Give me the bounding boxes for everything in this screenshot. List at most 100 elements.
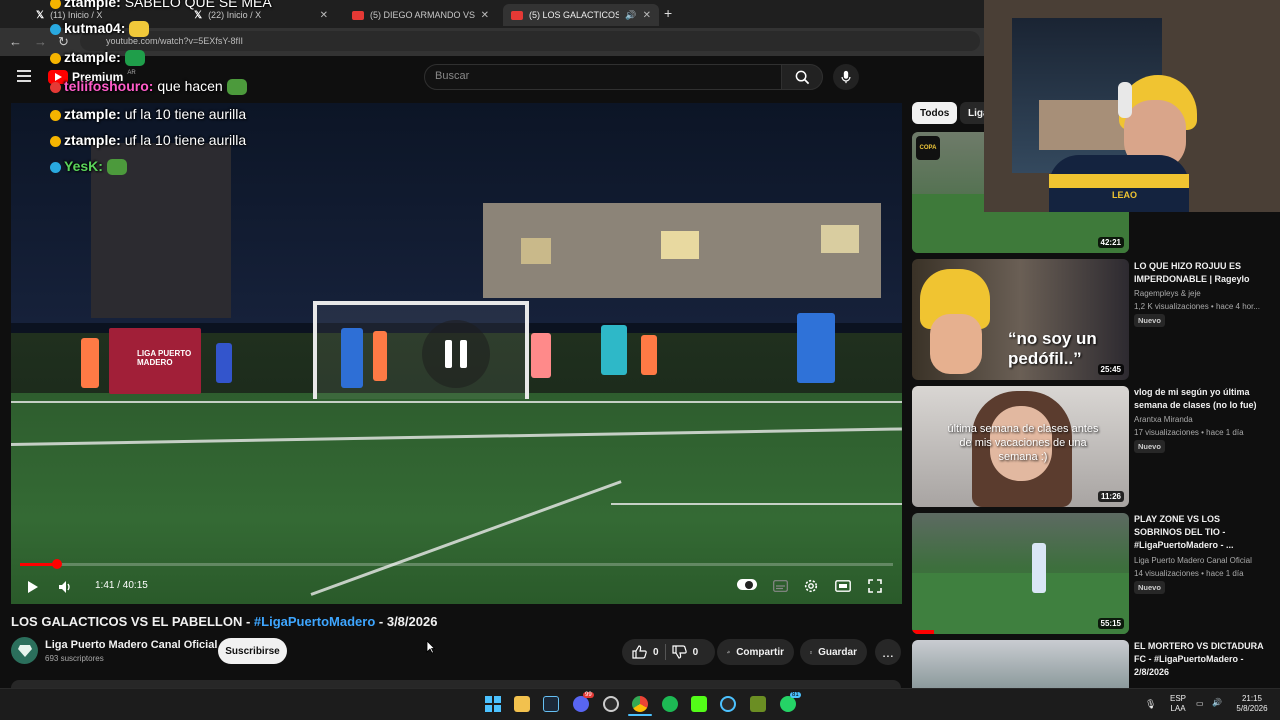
hashtag-link[interactable]: #LigaPuertoMadero	[254, 614, 375, 629]
recommendation-channel[interactable]: Ragempleys & jeje	[1134, 287, 1274, 300]
search-button[interactable]	[781, 64, 823, 90]
field-line	[611, 503, 902, 505]
video-duration: 42:21	[1097, 237, 1124, 248]
chip-all[interactable]: Todos	[912, 102, 958, 124]
windows-start-icon[interactable]	[485, 696, 501, 712]
recommendation-thumbnail[interactable]: última semana de clases antes de mis vac…	[912, 386, 1129, 507]
discord-badge: 99	[583, 692, 594, 698]
channel-avatar[interactable]	[11, 637, 38, 664]
url-text: youtube.com/watch?v=5EXfsY-8fII	[106, 36, 243, 46]
video-title: LOS GALACTICOS VS EL PABELLON - #LigaPue…	[11, 614, 437, 629]
save-button[interactable]: Guardar	[800, 639, 867, 665]
close-tab-icon[interactable]: ✕	[320, 10, 328, 21]
whatsapp-badge: 81	[790, 692, 801, 698]
search-input[interactable]: Buscar	[424, 64, 782, 90]
close-tab-icon[interactable]: ✕	[481, 10, 489, 21]
volume-button[interactable]	[55, 577, 75, 597]
microphone-tray-icon[interactable]: 🎙	[1145, 699, 1156, 709]
recommendation-channel[interactable]: Arantxa Miranda	[1134, 413, 1274, 426]
recommendation-stats: 1,2 K visualizaciones • hace 4 hor...	[1134, 302, 1260, 311]
browser-tab-3[interactable]: (5) DIEGO ARMANDO VS TITO ✕	[344, 4, 497, 26]
subtitles-button[interactable]	[771, 577, 789, 595]
gear-icon	[804, 579, 818, 593]
dislike-count: 0	[692, 646, 699, 658]
chat-text: uf la 10 tiene aurilla	[124, 132, 247, 148]
app-icon[interactable]	[720, 696, 736, 712]
clock[interactable]: 21:15 5/8/2026	[1232, 694, 1272, 714]
voice-search-button[interactable]	[833, 64, 859, 90]
discord-icon[interactable]	[573, 696, 589, 712]
autoplay-toggle[interactable]	[737, 579, 757, 590]
play-icon	[28, 581, 38, 593]
recommendation-thumbnail[interactable]: 55:15	[912, 513, 1129, 634]
scene-player	[601, 325, 627, 375]
forward-arrow-icon[interactable]: →	[34, 34, 47, 49]
watched-progress	[912, 630, 934, 634]
scene-field	[11, 393, 902, 604]
settings-button[interactable]	[802, 577, 820, 595]
scene-window	[821, 225, 859, 253]
progress-bar[interactable]	[20, 559, 893, 569]
speaker-icon[interactable]: 🔊	[625, 10, 636, 21]
browser-tab-4-active[interactable]: (5) LOS GALACTICOS VS EL 🔊 ✕	[503, 4, 659, 26]
play-button[interactable]	[23, 577, 43, 597]
whatsapp-icon[interactable]	[780, 696, 796, 712]
kick-icon[interactable]	[691, 696, 707, 712]
youtube-icon	[352, 10, 364, 20]
channel-name[interactable]: Liga Puerto Madero Canal Oficial	[45, 639, 217, 651]
recommendation-title[interactable]: LO QUE HIZO ROJUU ES IMPERDONABLE | Rage…	[1134, 260, 1264, 286]
thumbs-down-icon[interactable]	[671, 645, 687, 659]
fullscreen-button[interactable]	[866, 577, 884, 595]
minecraft-icon[interactable]	[750, 696, 766, 712]
subscribe-button[interactable]: Suscribirse	[218, 638, 287, 664]
obs-icon[interactable]	[603, 696, 619, 712]
pause-indicator[interactable]	[422, 320, 490, 388]
badge-icon	[50, 52, 61, 64]
pepe-emote-icon	[226, 79, 247, 96]
theater-mode-icon	[835, 580, 851, 592]
back-arrow-icon[interactable]: ←	[9, 34, 22, 49]
language-indicator[interactable]: ESP LAA	[1168, 694, 1188, 714]
chat-message: teliifoshouro: que hacen	[50, 78, 247, 96]
recommendation-title[interactable]: vlog de mi según yo última semana de cla…	[1134, 386, 1264, 412]
more-icon: ...	[882, 644, 894, 660]
recommendation-thumbnail[interactable]: “no soy un pedófil..” 25:45	[912, 259, 1129, 380]
chat-username: ztample:	[64, 132, 121, 148]
chat-message: kutma04:	[50, 20, 150, 38]
headphones-icon	[1118, 82, 1132, 118]
chat-message: ztample: SABELO QUE SE MEA	[50, 0, 272, 10]
video-title-prefix: LOS GALACTICOS VS EL PABELLON -	[11, 614, 254, 629]
scene-player	[531, 333, 551, 378]
recommendation-channel[interactable]: Liga Puerto Madero Canal Oficial	[1134, 554, 1274, 567]
progress-scrubber[interactable]	[51, 559, 62, 569]
spotify-icon[interactable]	[662, 696, 678, 712]
recommendation-thumbnail[interactable]	[912, 640, 1129, 688]
banner-text: LIGA PUERTO MADERO	[137, 349, 192, 367]
scene-player	[797, 313, 835, 383]
new-tab-button[interactable]: +	[664, 5, 672, 21]
webcam-overlay: LEAO	[984, 0, 1280, 212]
emote-icon	[129, 21, 150, 38]
save-label: Guardar	[818, 646, 857, 658]
network-icon[interactable]: ▭	[1196, 699, 1204, 709]
thumbs-up-icon[interactable]	[632, 645, 647, 659]
steam-icon[interactable]	[543, 696, 559, 712]
more-actions-button[interactable]: ...	[875, 639, 901, 665]
video-player[interactable]: LIGA PUERTO MADERO 1:41 / 40:15	[11, 103, 902, 604]
file-explorer-icon[interactable]	[514, 696, 530, 712]
scene-player	[341, 328, 363, 388]
chrome-icon[interactable]	[632, 696, 648, 712]
menu-icon[interactable]	[17, 70, 31, 82]
chat-text: SABELO QUE SE MEA	[124, 0, 272, 10]
volume-tray-icon[interactable]: 🔊	[1212, 698, 1222, 708]
close-tab-icon[interactable]: ✕	[643, 10, 651, 21]
share-button[interactable]: Compartir	[717, 639, 794, 665]
recommendation-title[interactable]: PLAY ZONE VS LOS SOBRINOS DEL TIO - #Lig…	[1134, 513, 1264, 552]
scene-window	[661, 231, 699, 259]
badge-icon	[50, 23, 61, 35]
recommendation-title[interactable]: EL MORTERO VS DICTADURA FC - #LigaPuerto…	[1134, 640, 1264, 679]
chat-text: que hacen	[157, 78, 223, 94]
theater-mode-button[interactable]	[834, 577, 852, 595]
scene-player	[216, 343, 232, 383]
pepe-emote-icon	[106, 159, 127, 176]
